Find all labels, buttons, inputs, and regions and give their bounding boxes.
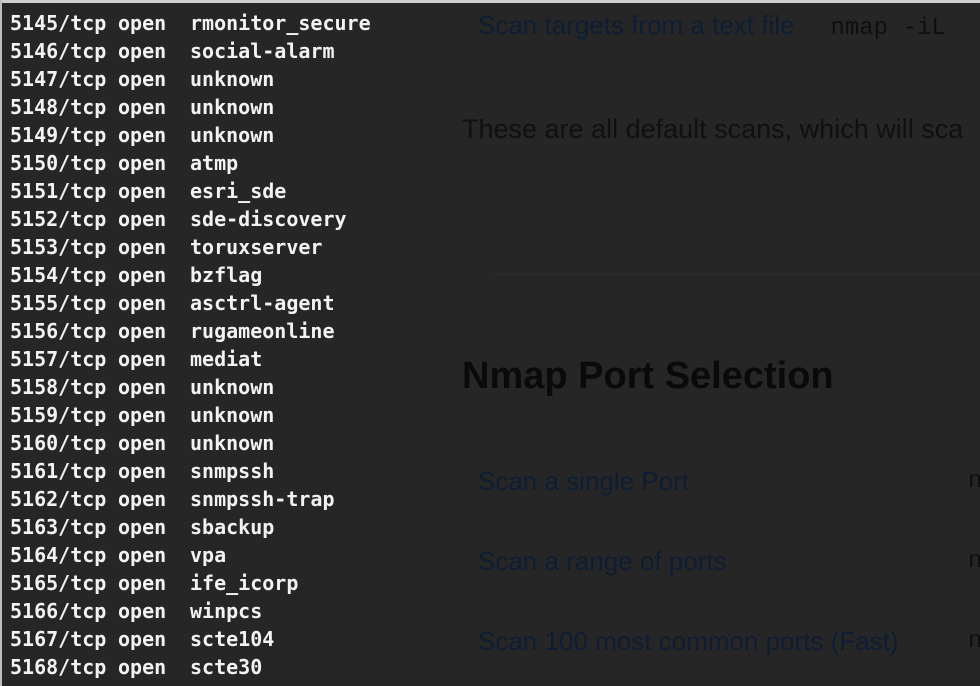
port-state: open (118, 95, 167, 119)
port-state: open (118, 599, 167, 623)
window-top-edge (0, 0, 980, 3)
service-name: unknown (190, 403, 275, 427)
table-command-cell: n (968, 628, 980, 655)
scan-targets-command: nmap -iL (830, 15, 946, 42)
service-name: rmonitor_secure (190, 11, 371, 35)
port-number: 5168/tcp (10, 655, 107, 679)
port-number: 5164/tcp (10, 543, 107, 567)
port-number: 5149/tcp (10, 123, 107, 147)
port-table-row: Scan a single Port n (478, 466, 980, 506)
port-number: 5159/tcp (10, 403, 107, 427)
scan-range-ports-link[interactable]: Scan a range of ports (478, 546, 727, 577)
port-state: open (118, 151, 167, 175)
port-number: 5152/tcp (10, 207, 107, 231)
service-name: unknown (190, 67, 275, 91)
window-left-edge (0, 0, 2, 686)
section-divider (494, 274, 980, 275)
port-state: open (118, 515, 167, 539)
port-number: 5145/tcp (10, 11, 107, 35)
port-state: open (118, 179, 167, 203)
port-state: open (118, 263, 167, 287)
service-name: rugameonline (190, 319, 335, 343)
service-name: winpcs (190, 599, 263, 623)
port-state: open (118, 403, 167, 427)
port-number: 5154/tcp (10, 263, 107, 287)
service-name: scte104 (190, 627, 275, 651)
port-number: 5166/tcp (10, 599, 107, 623)
port-number: 5165/tcp (10, 571, 107, 595)
table-command-cell: n (968, 468, 980, 495)
port-number: 5160/tcp (10, 431, 107, 455)
port-table-row: Scan a range of ports n (478, 546, 980, 586)
port-number: 5161/tcp (10, 459, 107, 483)
service-name: unknown (190, 431, 275, 455)
port-state: open (118, 655, 167, 679)
port-number: 5155/tcp (10, 291, 107, 315)
port-state: open (118, 375, 167, 399)
port-number: 5148/tcp (10, 95, 107, 119)
port-number: 5147/tcp (10, 67, 107, 91)
service-name: snmpssh-trap (190, 487, 335, 511)
service-name: scte30 (190, 655, 263, 679)
port-number: 5163/tcp (10, 515, 107, 539)
service-name: sde-discovery (190, 207, 347, 231)
screen: Scan targets from a text file nmap -iL T… (0, 0, 980, 686)
port-number: 5157/tcp (10, 347, 107, 371)
service-name: unknown (190, 375, 275, 399)
port-number: 5153/tcp (10, 235, 107, 259)
port-number: 5156/tcp (10, 319, 107, 343)
service-name: atmp (190, 151, 239, 175)
port-state: open (118, 123, 167, 147)
port-state: open (118, 487, 167, 511)
port-number: 5162/tcp (10, 487, 107, 511)
port-state: open (118, 291, 167, 315)
port-number: 5167/tcp (10, 627, 107, 651)
port-number: 5146/tcp (10, 39, 107, 63)
port-number: 5151/tcp (10, 179, 107, 203)
service-name: vpa (190, 543, 227, 567)
terminal-window[interactable]: 5145/tcp open rmonitor_secure 5146/tcp open s… (2, 3, 414, 686)
service-name: snmpssh (190, 459, 275, 483)
default-scans-paragraph: These are all default scans, which will … (462, 114, 964, 144)
port-state: open (118, 543, 167, 567)
service-name: toruxserver (190, 235, 323, 259)
service-name: esri_sde (190, 179, 287, 203)
scan-common-ports-link[interactable]: Scan 100 most common ports (Fast) (478, 626, 898, 657)
port-state: open (118, 235, 167, 259)
port-number: 5158/tcp (10, 375, 107, 399)
port-table-row: Scan 100 most common ports (Fast) n (478, 626, 980, 666)
service-name: unknown (190, 123, 275, 147)
port-state: open (118, 627, 167, 651)
port-state: open (118, 459, 167, 483)
port-state: open (118, 431, 167, 455)
section-heading: Nmap Port Selection (462, 355, 834, 397)
port-state: open (118, 347, 167, 371)
port-state: open (118, 319, 167, 343)
service-name: social-alarm (190, 39, 335, 63)
scan-single-port-link[interactable]: Scan a single Port (478, 466, 689, 497)
port-state: open (118, 39, 167, 63)
service-name: sbackup (190, 515, 275, 539)
port-state: open (118, 67, 167, 91)
port-state: open (118, 207, 167, 231)
scan-targets-link[interactable]: Scan targets from a text file (478, 10, 794, 40)
table-command-cell: n (968, 548, 980, 575)
service-name: asctrl-agent (190, 291, 335, 315)
port-state: open (118, 11, 167, 35)
service-name: ife_icorp (190, 571, 299, 595)
port-state: open (118, 571, 167, 595)
port-number: 5150/tcp (10, 151, 107, 175)
service-name: unknown (190, 95, 275, 119)
service-name: bzflag (190, 263, 263, 287)
scan-targets-row: Scan targets from a text file nmap -iL (478, 10, 946, 42)
service-name: mediat (190, 347, 263, 371)
